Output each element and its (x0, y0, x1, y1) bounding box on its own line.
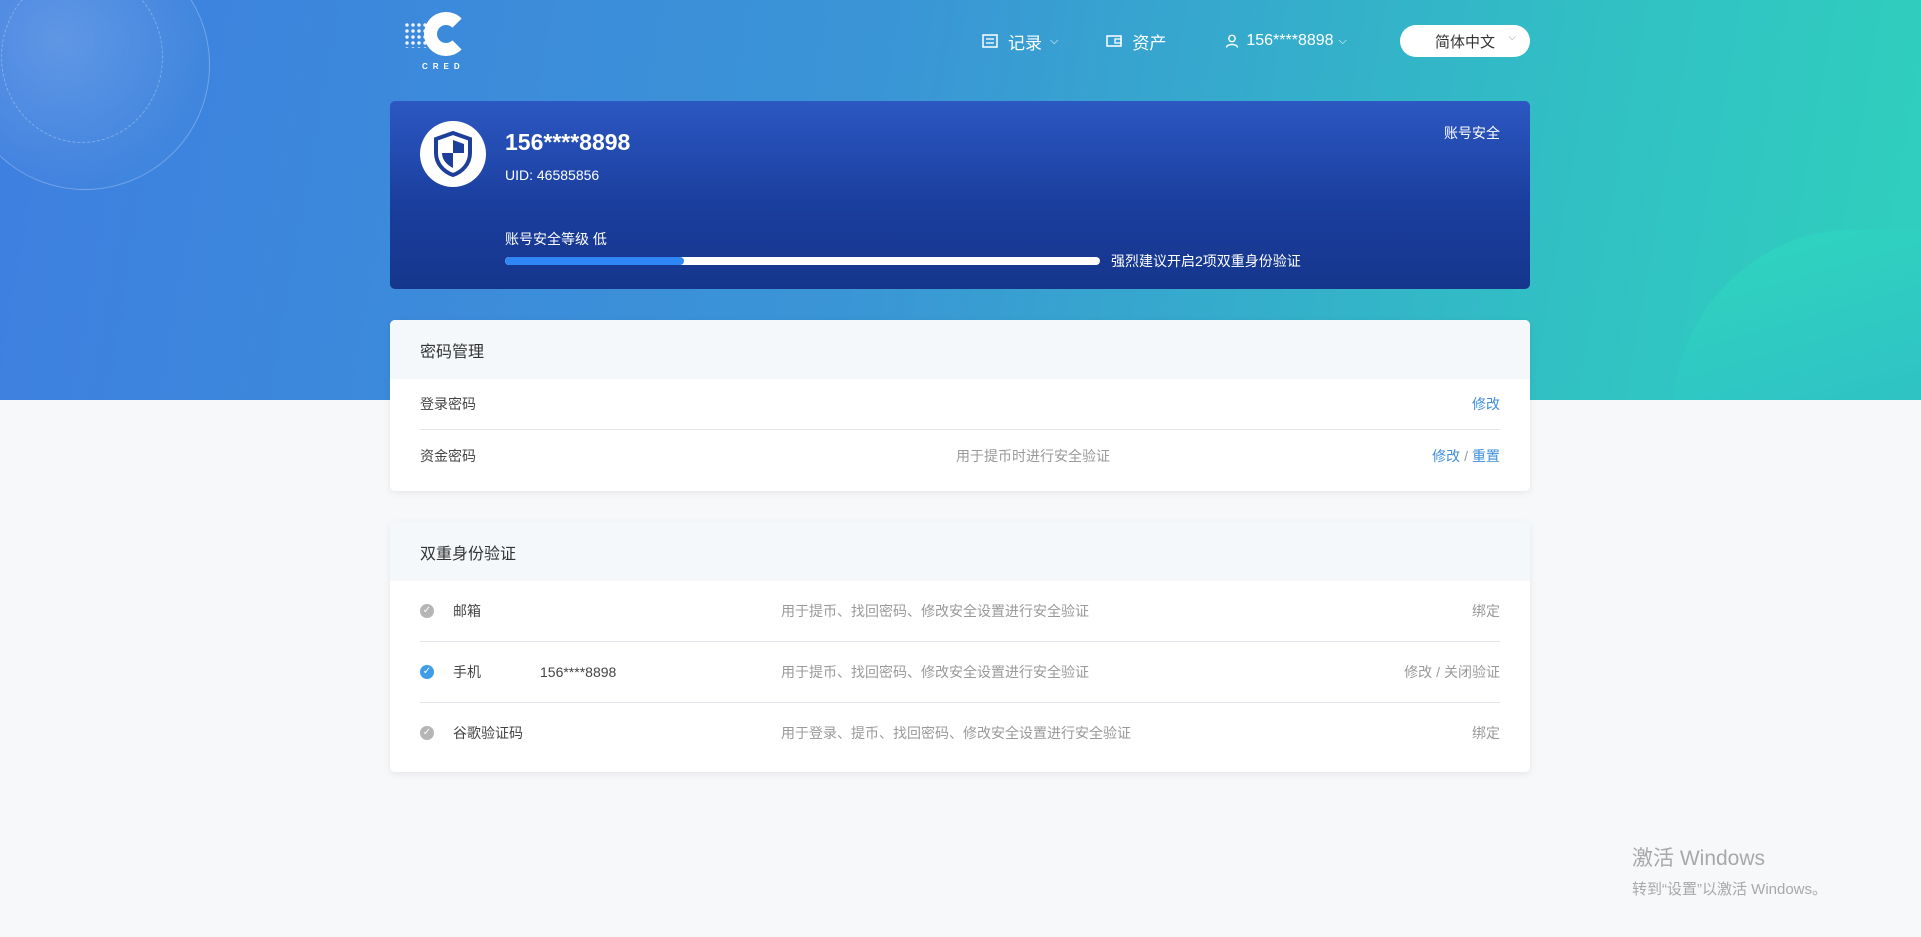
security-progress-fill (505, 257, 684, 265)
nav-assets-label: 资产 (1132, 33, 1167, 53)
list-item: 登录密码 修改 (420, 379, 1500, 430)
list-item: ✓ 谷歌验证码 用于登录、提币、找回密码、修改安全设置进行安全验证 绑定 (420, 703, 1500, 763)
language-select[interactable]: 简体中文 ⌵ (1400, 25, 1530, 57)
wave-decoration (1653, 230, 1921, 400)
check-circle-icon: ✓ (420, 726, 434, 740)
logo-c-icon (424, 12, 468, 56)
shield-avatar (420, 121, 486, 187)
google-auth-bind-link[interactable]: 绑定 (1472, 723, 1500, 743)
nav-records[interactable]: 记录 ⌵ (982, 29, 1058, 54)
two-factor-panel: 双重身份验证 ✓ 邮箱 用于提币、找回密码、修改安全设置进行安全验证 绑定 ✓ … (390, 522, 1530, 772)
panel-title: 双重身份验证 (390, 522, 1530, 581)
account-username: 156****8898 (505, 129, 631, 155)
phone-label: 手机 (453, 664, 481, 680)
check-circle-icon: ✓ (420, 665, 434, 679)
security-summary-card: 156****8898 UID: 46585856 账号安全 账号安全等级 低 … (390, 101, 1530, 289)
chevron-down-icon: ⌵ (1050, 34, 1059, 47)
fund-password-actions: 修改 / 重置 (1432, 446, 1500, 466)
logo-wordmark: CRED (422, 62, 465, 71)
email-label: 邮箱 (453, 603, 481, 619)
action-separator: / (1436, 664, 1440, 680)
security-tip: 强烈建议开启2项双重身份验证 (1111, 253, 1301, 269)
language-label: 简体中文 (1434, 33, 1495, 51)
wallet-icon (1106, 35, 1123, 47)
phone-value: 156****8898 (540, 664, 617, 680)
phone-actions: 修改 / 关闭验证 (1404, 662, 1500, 682)
nav-records-label: 记录 (1008, 33, 1042, 53)
list-item: ✓ 邮箱 用于提币、找回密码、修改安全设置进行安全验证 绑定 (420, 581, 1500, 642)
records-icon (982, 34, 998, 48)
google-auth-desc: 用于登录、提币、找回密码、修改安全设置进行安全验证 (781, 725, 1131, 741)
login-password-label: 登录密码 (420, 396, 476, 412)
check-circle-icon: ✓ (420, 604, 434, 618)
globe-decoration (0, 0, 210, 190)
google-auth-label: 谷歌验证码 (453, 725, 523, 741)
cred-logo[interactable]: CRED (402, 10, 472, 72)
chevron-down-icon: ⌵ (1338, 34, 1347, 47)
nav-user-label: 156****8898 (1246, 32, 1334, 49)
account-uid: UID: 46585856 (505, 167, 600, 183)
list-item: 资金密码 用于提币时进行安全验证 修改 / 重置 (420, 430, 1500, 482)
login-password-modify-link[interactable]: 修改 (1472, 394, 1500, 414)
password-management-panel: 密码管理 登录密码 修改 资金密码 用于提币时进行安全验证 修改 / 重置 (390, 320, 1530, 491)
shield-icon (434, 131, 472, 177)
security-progress-bar (505, 257, 1100, 265)
phone-modify-link[interactable]: 修改 (1404, 664, 1432, 680)
panel-title: 密码管理 (390, 320, 1530, 379)
fund-password-reset-link[interactable]: 重置 (1472, 448, 1500, 464)
top-header: CRED 记录 ⌵ 资产 156****8898 ⌵ 简体中文 ⌵ (390, 0, 1530, 82)
phone-desc: 用于提币、找回密码、修改安全设置进行安全验证 (781, 664, 1089, 680)
watermark-title: 激活 Windows (1632, 847, 1766, 870)
windows-activation-watermark: 激活 Windows 转到“设置”以激活 Windows。 (1632, 842, 1827, 899)
fund-password-desc: 用于提币时进行安全验证 (956, 448, 1110, 464)
account-security-link[interactable]: 账号安全 (1444, 123, 1500, 143)
action-separator: / (1464, 448, 1468, 464)
fund-password-label: 资金密码 (420, 448, 476, 464)
nav-assets[interactable]: 资产 (1106, 29, 1166, 54)
security-level-text: 账号安全等级 低 (505, 231, 607, 247)
email-bind-link[interactable]: 绑定 (1472, 601, 1500, 621)
nav-user-menu[interactable]: 156****8898 ⌵ (1224, 32, 1347, 50)
list-item: ✓ 手机 156****8898 用于提币、找回密码、修改安全设置进行安全验证 … (420, 642, 1500, 703)
email-desc: 用于提币、找回密码、修改安全设置进行安全验证 (781, 603, 1089, 619)
user-icon (1226, 34, 1239, 48)
watermark-subtitle: 转到“设置”以激活 Windows。 (1632, 881, 1828, 898)
main-nav: 记录 ⌵ 资产 156****8898 ⌵ (982, 26, 1347, 56)
phone-close-verification-link[interactable]: 关闭验证 (1444, 664, 1500, 680)
chevron-down-icon: ⌵ (1508, 32, 1516, 43)
fund-password-modify-link[interactable]: 修改 (1432, 448, 1460, 464)
